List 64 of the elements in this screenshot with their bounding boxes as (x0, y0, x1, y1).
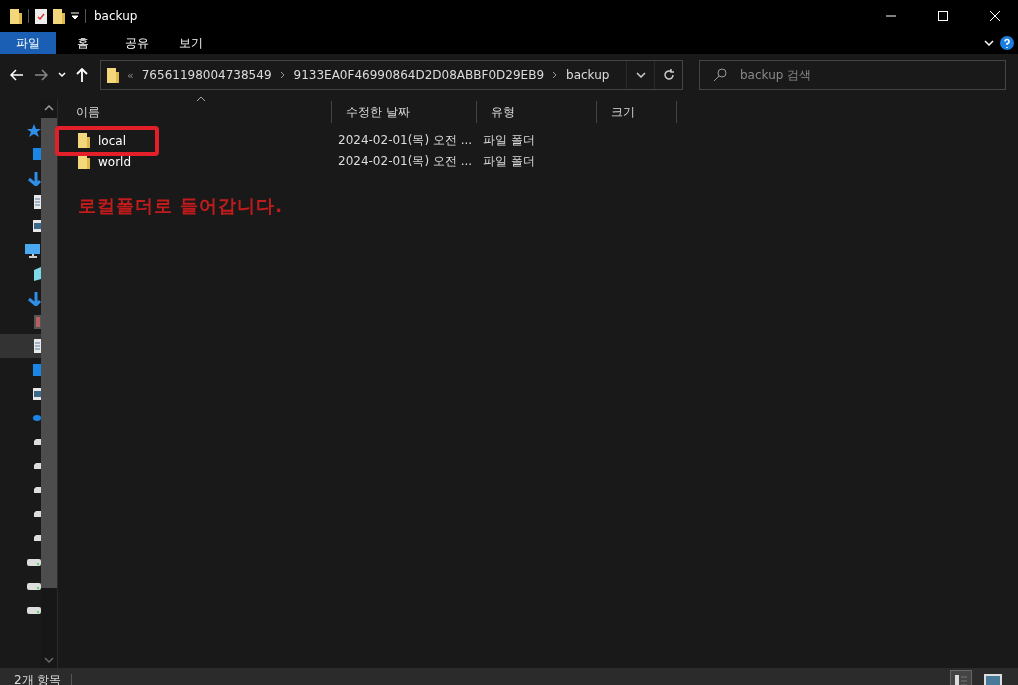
ribbon-tab[interactable]: 보기 (164, 32, 218, 54)
star-icon (27, 123, 41, 137)
date-cell-text: 2024-02-01(목) 오전 ... (337, 132, 474, 149)
folder-icon (53, 8, 65, 24)
close-icon (990, 11, 1000, 21)
maximize-icon (938, 11, 948, 21)
image-icon (33, 220, 41, 232)
hard-drive-icon (27, 606, 41, 614)
arrow-down-icon (27, 290, 41, 306)
ribbon-tab[interactable]: 공유 (110, 32, 164, 54)
search-icon (713, 68, 727, 82)
column-header[interactable]: 유형 (477, 101, 597, 123)
chevron-down-icon (635, 72, 646, 78)
file-name[interactable]: world (98, 154, 132, 169)
annotation-text: 로컬폴더로 들어갑니다. (78, 194, 285, 218)
chevron-down-icon[interactable] (984, 40, 994, 46)
dropdown-icon[interactable] (71, 12, 79, 20)
folder-icon (10, 8, 22, 24)
scrollbar-thumb[interactable] (41, 118, 57, 588)
breadcrumb[interactable]: backup (566, 68, 610, 82)
details-view-button[interactable] (950, 669, 972, 685)
nav-item[interactable] (0, 334, 41, 358)
folder-icon (107, 67, 119, 83)
recent-dropdown-button[interactable] (58, 72, 66, 78)
ribbon-tab[interactable]: 홈 (56, 32, 110, 54)
refresh-icon (662, 69, 675, 81)
overflow-chevron[interactable]: « (127, 68, 134, 82)
breadcrumb[interactable]: 76561198004738549 (141, 68, 272, 82)
forward-button[interactable] (34, 69, 48, 81)
type-cell-text: 파일 폴더 (482, 132, 536, 149)
help-icon[interactable] (1000, 36, 1014, 50)
date-cell-text: 2024-02-01(목) 오전 ... (337, 153, 474, 170)
column-header[interactable]: 크기 (597, 101, 677, 123)
checklist-icon[interactable] (35, 8, 47, 24)
hard-drive-icon (27, 558, 41, 566)
type-cell-text: 파일 폴더 (482, 153, 536, 170)
chevron-right-icon[interactable] (279, 71, 286, 79)
chevron-right-icon[interactable] (552, 71, 559, 79)
image-icon (33, 388, 41, 400)
cloud-icon (33, 415, 41, 421)
document-icon (34, 339, 41, 353)
document-icon (34, 195, 41, 209)
minimize-icon (886, 15, 896, 17)
back-button[interactable] (10, 69, 24, 81)
arrow-down-icon (27, 170, 41, 186)
scroll-down-icon[interactable] (44, 657, 54, 663)
hard-drive-icon (27, 582, 41, 590)
column-header[interactable]: 수정한 날짜 (332, 101, 477, 123)
file-name[interactable]: local (98, 133, 126, 148)
folder-icon (78, 154, 90, 169)
address-bar[interactable]: « 76561198004738549 9133EA0F46990864D2D08ABBF0D29EB9 backup (100, 60, 683, 90)
scroll-up-icon[interactable] (44, 105, 54, 111)
search-field[interactable]: backup 검색 (699, 60, 1006, 90)
thumbnail-view-button[interactable] (982, 671, 1004, 685)
item-count: 2개 항목 (14, 672, 62, 685)
breadcrumb[interactable]: 9133EA0F46990864D2D08ABBF0D29EB9 (293, 68, 545, 82)
monitor-icon (24, 242, 41, 258)
up-button[interactable] (76, 68, 88, 82)
folder-icon (78, 133, 90, 148)
window-title: backup (94, 9, 138, 23)
column-header[interactable]: 이름 (62, 101, 332, 123)
film-icon (34, 315, 41, 329)
ribbon-tab[interactable]: 파일 (0, 32, 56, 54)
sort-caret-icon (196, 96, 206, 102)
